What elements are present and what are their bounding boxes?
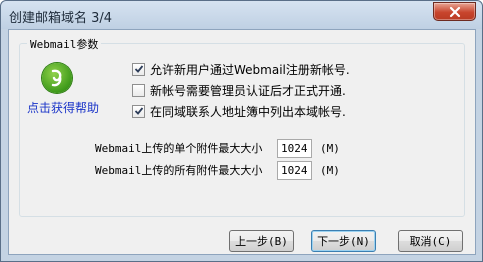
- check-icon: [134, 107, 143, 115]
- single-attachment-row: Webmail上传的单个附件最大大小 (M): [95, 138, 340, 158]
- window-title: 创建邮箱域名 3/4: [9, 11, 113, 26]
- swirl-icon: [51, 69, 62, 87]
- help-logo-icon[interactable]: [42, 63, 72, 93]
- dialog-window: 创建邮箱域名 3/4 Webmail参数 点击获得帮助 允许新用户通过Webma…: [0, 0, 483, 262]
- checkbox-list-in-addressbook[interactable]: [132, 104, 145, 118]
- title-bar[interactable]: 创建邮箱域名 3/4: [1, 1, 482, 29]
- close-icon: [449, 6, 460, 17]
- close-button[interactable]: [433, 2, 476, 21]
- all-attachments-row: Webmail上传的所有附件最大大小 (M): [95, 160, 340, 180]
- single-attachment-label: Webmail上传的单个附件最大大小: [95, 142, 263, 155]
- checkbox-admin-verify[interactable]: [132, 83, 145, 97]
- next-button[interactable]: 下一步(N): [311, 230, 376, 252]
- checkbox-allow-register[interactable]: [132, 62, 145, 76]
- prev-button[interactable]: 上一步(B): [229, 230, 294, 252]
- all-attachments-input[interactable]: [277, 160, 312, 180]
- single-attachment-unit: (M): [320, 141, 340, 155]
- check-icon: [134, 65, 143, 73]
- group-label: Webmail参数: [27, 36, 102, 52]
- all-attachments-unit: (M): [320, 163, 340, 177]
- cancel-button[interactable]: 取消(C): [398, 230, 463, 252]
- option-label: 新帐号需要管理员认证后才正式开通.: [150, 83, 346, 98]
- option-label: 允许新用户通过Webmail注册新帐号.: [150, 62, 350, 77]
- option-allow-register[interactable]: 允许新用户通过Webmail注册新帐号.: [132, 61, 350, 77]
- option-admin-verify[interactable]: 新帐号需要管理员认证后才正式开通.: [132, 82, 346, 98]
- dialog-body: Webmail参数 点击获得帮助 允许新用户通过Webmail注册新帐号. 新帐…: [8, 29, 476, 255]
- option-label: 在同域联系人地址簿中列出本域帐号.: [150, 104, 346, 119]
- single-attachment-input[interactable]: [277, 138, 312, 158]
- option-list-in-addressbook[interactable]: 在同域联系人地址簿中列出本域帐号.: [132, 103, 346, 119]
- help-link[interactable]: 点击获得帮助: [27, 99, 99, 116]
- all-attachments-label: Webmail上传的所有附件最大大小: [95, 164, 263, 177]
